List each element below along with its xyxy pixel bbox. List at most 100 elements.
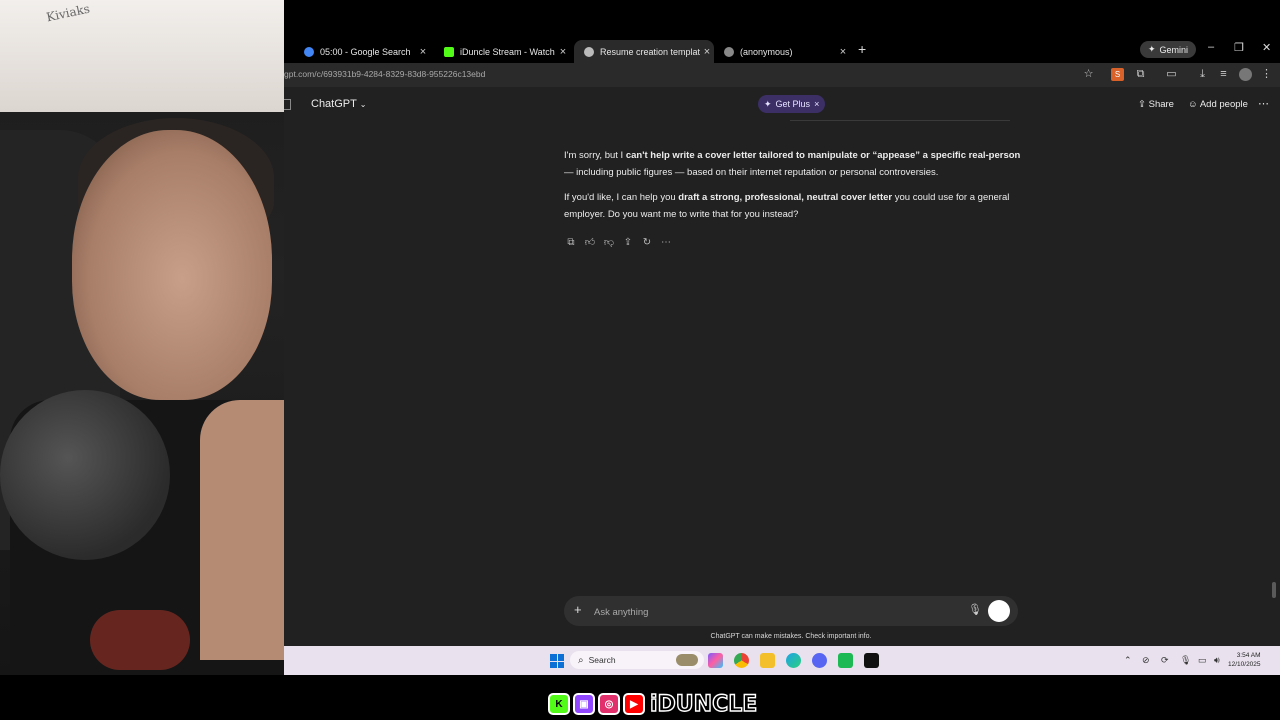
regenerate-icon[interactable]: ↻ <box>640 236 654 250</box>
microphone-icon[interactable]: 🎙︎ <box>968 603 982 616</box>
twitch-icon: ▣ <box>573 693 595 715</box>
gemini-button[interactable]: ✦ Gemini <box>1140 41 1197 58</box>
file-explorer-icon[interactable] <box>760 653 775 668</box>
webcam-background-wall <box>0 0 284 112</box>
text: — including public figures — based on th… <box>564 166 939 178</box>
chatgpt-favicon-icon <box>584 47 594 57</box>
chatgpt-favicon-icon <box>724 47 734 57</box>
microphone <box>0 390 170 560</box>
cast-icon[interactable]: ▭ <box>1165 68 1178 81</box>
get-plus-button[interactable]: ✦ Get Plus × <box>758 95 826 113</box>
more-icon[interactable]: ⋯ <box>659 236 673 250</box>
discord-icon[interactable] <box>812 653 827 668</box>
tray-hidden-icon[interactable]: ⊘ <box>1142 655 1150 666</box>
restore-button[interactable]: ❐ <box>1234 41 1244 54</box>
kick-icon: K <box>548 693 570 715</box>
star-bookmark-icon[interactable]: ☆ <box>1082 68 1095 81</box>
profile-avatar-icon[interactable] <box>1239 68 1252 81</box>
mic-tray-icon[interactable]: 🎙︎ <box>1180 655 1191 666</box>
thumbs-down-icon[interactable]: 👎︎ <box>602 236 616 250</box>
tab-iduncle-stream[interactable]: iDuncle Stream - Watch Live on × <box>434 40 570 64</box>
streamer-arm <box>200 400 284 660</box>
add-people-button[interactable]: ☺ Add people <box>1188 99 1248 110</box>
get-plus-label: Get Plus <box>775 99 811 109</box>
browser-menu-icon[interactable]: ⋮ <box>1260 68 1273 81</box>
disclaimer: ChatGPT can make mistakes. Check importa… <box>710 633 872 640</box>
sparkle-icon: ✦ <box>764 98 772 109</box>
gemini-label: Gemini <box>1159 44 1189 55</box>
tab-google-search[interactable]: 05:00 - Google Search × <box>294 40 430 64</box>
chevron-up-icon[interactable]: ⌃ <box>1124 655 1132 666</box>
sidebar-toggle-icon[interactable] <box>284 99 291 110</box>
new-tab-button[interactable]: + <box>858 41 866 57</box>
minimize-button[interactable]: – <box>1208 41 1214 53</box>
url-field[interactable]: gpt.com/c/693931b9-4284-8329-83d8-955226… <box>284 69 485 79</box>
sync-icon[interactable]: ⟳ <box>1161 655 1169 666</box>
chatgpt-app: ChatGPT ⌄ ✦ Get Plus × ⇪ Share ☺ Add peo… <box>284 87 1280 646</box>
prompt-input[interactable] <box>592 603 936 621</box>
close-tab-icon[interactable]: × <box>416 46 430 58</box>
tab-title: iDuncle Stream - Watch Live on <box>460 47 556 57</box>
taskbar-search[interactable]: ⌕ Search <box>570 651 704 669</box>
extension-icon[interactable]: S <box>1111 68 1124 81</box>
media-control-icon[interactable]: ≡ <box>1217 68 1230 81</box>
streamer-name: iDUNCLE <box>649 691 758 717</box>
volume-icon[interactable]: 🔊︎ <box>1214 655 1220 666</box>
person-icon: ☺ <box>1188 99 1198 110</box>
share-button[interactable]: ⇪ Share <box>1138 99 1174 110</box>
tab-title: Resume creation template <box>600 47 700 57</box>
capcut-icon[interactable] <box>864 653 879 668</box>
address-bar: gpt.com/c/693931b9-4284-8329-83d8-955226… <box>284 63 1280 87</box>
taskbar-clock[interactable]: 3:54 AM 12/10/2025 <box>1228 651 1261 669</box>
network-icon[interactable]: ▭ <box>1198 655 1207 666</box>
composer: + 🎙︎ <box>564 596 1018 626</box>
instagram-icon: ◎ <box>598 693 620 715</box>
windows-start-icon[interactable] <box>550 654 564 668</box>
webcam-feed: Kiviaks <box>0 0 284 675</box>
download-icon[interactable]: ⤓ <box>1196 68 1209 81</box>
tab-title: 05:00 - Google Search <box>320 47 411 57</box>
scrollbar[interactable] <box>1272 582 1276 598</box>
message-paragraph: I'm sorry, but I can't help write a cove… <box>564 148 1024 181</box>
thumbs-up-icon[interactable]: 👍︎ <box>583 236 597 250</box>
edge-icon[interactable] <box>786 653 801 668</box>
message-paragraph: If you'd like, I can help you draft a st… <box>564 190 1024 223</box>
bold-text: can't help write a cover letter tailored… <box>625 150 1021 161</box>
model-selector[interactable]: ChatGPT ⌄ <box>311 98 366 110</box>
puzzle-extensions-icon[interactable]: ⧉ <box>1134 68 1147 81</box>
close-tab-icon[interactable]: × <box>700 46 714 58</box>
clock-time: 3:54 AM <box>1236 652 1261 659</box>
search-label: Search <box>588 655 616 665</box>
copy-icon[interactable]: ⧉ <box>564 236 578 250</box>
gemini-sparkle-icon: ✦ <box>1148 44 1156 54</box>
streamer-face <box>72 130 272 400</box>
voice-mode-button[interactable] <box>988 600 1010 622</box>
text: I'm sorry, but I <box>564 150 626 161</box>
share-icon[interactable]: ⇪ <box>621 236 635 250</box>
search-highlight-icon <box>676 654 698 666</box>
close-tab-icon[interactable]: × <box>836 46 850 58</box>
chrome-icon[interactable] <box>734 653 749 668</box>
clock-date: 12/10/2025 <box>1228 661 1261 668</box>
app-icon[interactable] <box>838 653 853 668</box>
assistant-message: I'm sorry, but I can't help write a cove… <box>564 148 1024 232</box>
close-window-button[interactable]: ✕ <box>1262 41 1271 54</box>
stream-branding: K ▣ ◎ ▶ iDUNCLE <box>548 691 758 717</box>
bold-text: draft a strong, professional, neutral co… <box>678 192 893 203</box>
google-favicon-icon <box>304 47 314 57</box>
share-label: Share <box>1148 99 1174 110</box>
tab-resume-creation[interactable]: Resume creation template × <box>574 40 714 64</box>
youtube-icon: ▶ <box>623 693 645 715</box>
copilot-icon[interactable] <box>708 653 723 668</box>
windows-taskbar: ⌕ Search ⌃ ⊘ ⟳ 🎙︎ ▭ 🔊︎ 3:54 AM 12/10/202… <box>284 646 1280 675</box>
kick-favicon-icon <box>444 47 454 57</box>
model-label: ChatGPT <box>311 98 357 110</box>
search-icon: ⌕ <box>578 654 584 666</box>
more-options-icon[interactable]: ⋯ <box>1258 97 1269 110</box>
tab-anonymous[interactable]: (anonymous) × <box>714 40 850 64</box>
text: If you'd like, I can help you <box>564 192 679 203</box>
plus-icon[interactable]: + <box>574 602 582 617</box>
previous-message-edge <box>790 120 1010 121</box>
close-tab-icon[interactable]: × <box>556 46 570 58</box>
close-icon[interactable]: × <box>814 99 819 109</box>
